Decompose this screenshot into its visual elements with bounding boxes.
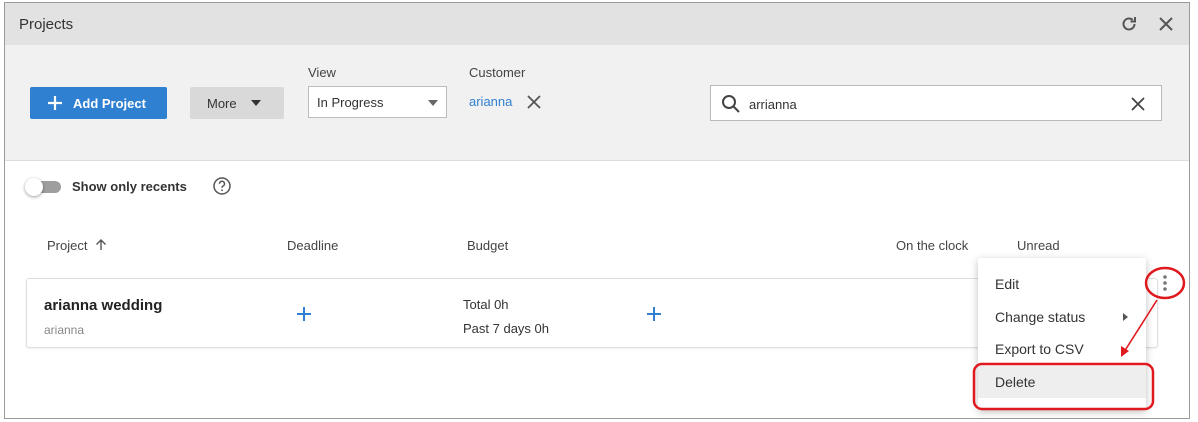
more-button[interactable]: More: [190, 87, 284, 119]
clear-search-icon[interactable]: [1129, 95, 1147, 113]
menu-item-label: Edit: [995, 276, 1020, 292]
menu-item-label: Change status: [995, 309, 1086, 325]
column-header-deadline[interactable]: Deadline: [287, 238, 338, 253]
menu-item-change-status[interactable]: Change status: [978, 301, 1146, 333]
add-project-button[interactable]: Add Project: [30, 87, 167, 119]
chevron-down-icon: [250, 100, 261, 106]
customer-label: Customer: [469, 65, 526, 80]
view-select[interactable]: In Progress: [308, 86, 447, 118]
clear-customer-icon[interactable]: [525, 93, 543, 111]
row-actions-icon[interactable]: [1156, 274, 1174, 292]
budget-past-7-days: Past 7 days 0h: [463, 321, 549, 336]
project-name: arianna wedding: [44, 297, 163, 314]
help-icon[interactable]: [212, 176, 232, 196]
window-title: Projects: [19, 16, 74, 33]
customer-filter-value[interactable]: arianna: [469, 94, 512, 109]
view-value: In Progress: [317, 94, 384, 110]
more-label: More: [207, 95, 237, 111]
menu-item-delete[interactable]: Delete: [978, 366, 1146, 398]
title-bar: Projects: [5, 3, 1189, 45]
refresh-icon[interactable]: [1118, 13, 1140, 35]
menu-item-label: Export to CSV: [995, 341, 1084, 357]
search-input[interactable]: [749, 94, 1119, 114]
budget-total: Total 0h: [463, 297, 509, 312]
column-header-on-the-clock[interactable]: On the clock: [896, 238, 968, 253]
recents-label: Show only recents: [72, 179, 187, 194]
column-header-unread[interactable]: Unread: [1017, 238, 1060, 253]
plus-icon: [48, 96, 62, 110]
search-box[interactable]: [710, 85, 1162, 121]
sort-ascending-icon: [96, 239, 107, 250]
search-icon: [721, 94, 741, 114]
menu-item-export-csv[interactable]: Export to CSV: [978, 333, 1146, 365]
view-label: View: [308, 65, 336, 80]
add-project-label: Add Project: [73, 95, 146, 111]
add-budget-icon[interactable]: [646, 306, 662, 322]
column-header-project[interactable]: Project: [47, 238, 107, 253]
recents-toggle[interactable]: [25, 178, 61, 196]
column-header-budget[interactable]: Budget: [467, 238, 508, 253]
close-icon[interactable]: [1155, 13, 1177, 35]
project-customer: arianna: [44, 323, 85, 337]
toolbar: Add Project More View In Progress Custom…: [5, 45, 1189, 161]
toggle-knob: [25, 178, 43, 196]
menu-item-label: Delete: [995, 374, 1036, 390]
add-deadline-icon[interactable]: [296, 306, 312, 322]
row-context-menu: Edit Change status Export to CSV Delete: [978, 258, 1146, 410]
menu-item-edit[interactable]: Edit: [978, 268, 1146, 300]
column-header-label: Project: [47, 238, 88, 253]
chevron-down-icon: [428, 100, 438, 106]
chevron-right-icon: [1123, 313, 1128, 321]
